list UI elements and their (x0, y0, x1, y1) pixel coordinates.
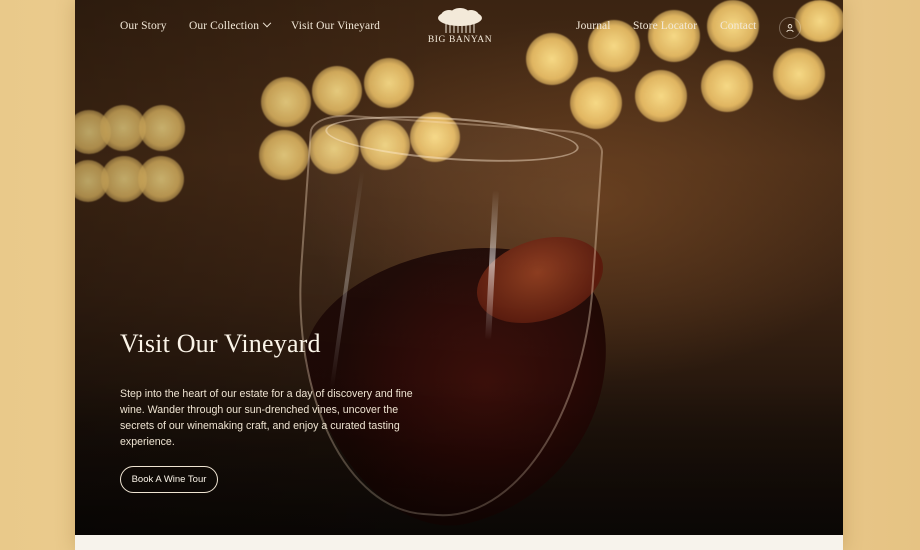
browser-page: Our Story Our Collection Visit Our Viney… (75, 0, 843, 550)
user-icon (786, 24, 794, 33)
nav-store-locator[interactable]: Store Locator (633, 20, 697, 32)
bokeh-light (635, 70, 687, 122)
nav-our-collection[interactable]: Our Collection (189, 18, 272, 32)
chevron-down-icon (262, 18, 272, 28)
nav-our-story[interactable]: Our Story (120, 20, 167, 32)
next-section-edge (75, 535, 843, 550)
hero-title: Visit Our Vineyard (120, 329, 321, 358)
book-wine-tour-button[interactable]: Book A Wine Tour (120, 466, 218, 493)
hero-section: Our Story Our Collection Visit Our Viney… (75, 0, 843, 535)
nav-journal[interactable]: Journal (576, 20, 611, 32)
bokeh-light (570, 77, 622, 129)
banyan-tree-logo (438, 8, 482, 33)
nav-our-collection-label: Our Collection (189, 20, 260, 32)
account-button[interactable] (779, 17, 801, 39)
top-navigation: Our Story Our Collection Visit Our Viney… (75, 0, 843, 56)
bokeh-light (701, 60, 753, 112)
nav-visit-vineyard[interactable]: Visit Our Vineyard (291, 20, 380, 32)
brand-name: BIG BANYAN (427, 35, 493, 45)
hero-description: Step into the heart of our estate for a … (120, 388, 413, 448)
brand-logo[interactable]: BIG BANYAN (425, 8, 495, 45)
nav-contact[interactable]: Contact (720, 20, 756, 32)
